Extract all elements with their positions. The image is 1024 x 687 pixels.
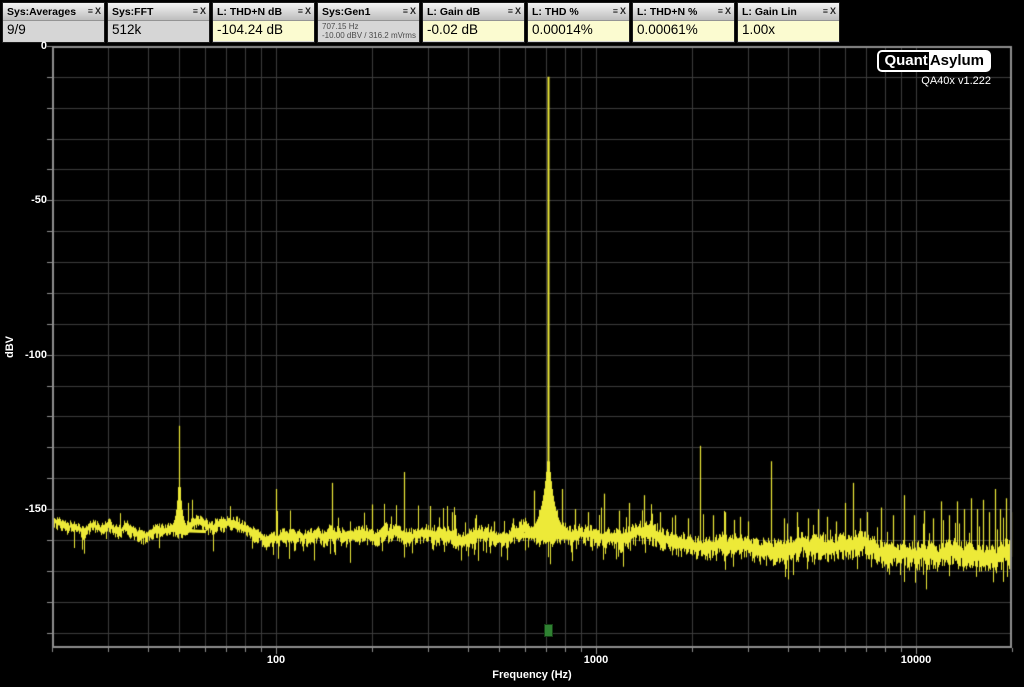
panel-title: L: THD+N % bbox=[637, 6, 718, 18]
fundamental-marker[interactable] bbox=[544, 624, 553, 637]
panel-close-icon[interactable]: X bbox=[95, 7, 101, 16]
panel-value[interactable]: 0.00014% bbox=[528, 21, 629, 41]
y-tick-label: -150 bbox=[0, 503, 47, 515]
panel-value[interactable]: 512k bbox=[108, 21, 209, 41]
panel-title: L: Gain Lin bbox=[742, 6, 823, 18]
firmware-version: QA40x v1.222 bbox=[921, 75, 991, 87]
panel-menu-icon[interactable]: ≡ bbox=[613, 7, 618, 16]
toolbar-panel[interactable]: Sys:FFT ≡ X 512k bbox=[107, 2, 210, 43]
logo-asylum: Asylum bbox=[929, 50, 991, 72]
y-tick-label: -100 bbox=[0, 349, 47, 361]
toolbar-panel[interactable]: L: THD+N dB ≡ X -104.24 dB bbox=[212, 2, 315, 43]
x-tick-label: 100 bbox=[267, 654, 285, 666]
toolbar-panel[interactable]: L: Gain dB ≡ X -0.02 dB bbox=[422, 2, 525, 43]
panel-title: L: Gain dB bbox=[427, 6, 508, 18]
panel-close-icon[interactable]: X bbox=[515, 7, 521, 16]
toolbar-panel[interactable]: Sys:Averages ≡ X 9/9 bbox=[2, 2, 105, 43]
quantasylum-logo: Quant Asylum bbox=[877, 50, 991, 72]
panel-header[interactable]: L: THD % ≡ X bbox=[528, 3, 629, 21]
panel-close-icon[interactable]: X bbox=[410, 7, 416, 16]
panel-header[interactable]: Sys:FFT ≡ X bbox=[108, 3, 209, 21]
panel-close-icon[interactable]: X bbox=[305, 7, 311, 16]
panel-value[interactable]: 1.00x bbox=[738, 21, 839, 41]
panel-menu-icon[interactable]: ≡ bbox=[718, 7, 723, 16]
panel-title: Sys:FFT bbox=[112, 6, 193, 18]
panel-value[interactable]: 9/9 bbox=[3, 21, 104, 41]
panel-value[interactable]: -104.24 dB bbox=[213, 21, 314, 41]
panel-header[interactable]: L: THD+N % ≡ X bbox=[633, 3, 734, 21]
panel-close-icon[interactable]: X bbox=[200, 7, 206, 16]
panel-header[interactable]: Sys:Averages ≡ X bbox=[3, 3, 104, 21]
logo-quant: Quant bbox=[877, 50, 928, 72]
y-tick-label: 0 bbox=[0, 40, 47, 52]
toolbar-panel[interactable]: L: THD % ≡ X 0.00014% bbox=[527, 2, 630, 43]
panel-header[interactable]: Sys:Gen1 ≡ X bbox=[318, 3, 419, 21]
toolbar-panel[interactable]: Sys:Gen1 ≡ X 707.15 Hz-10.00 dBV / 316.2… bbox=[317, 2, 420, 43]
panel-close-icon[interactable]: X bbox=[620, 7, 626, 16]
panel-title: Sys:Averages bbox=[7, 6, 88, 18]
x-axis-label: Frequency (Hz) bbox=[52, 669, 1012, 681]
panel-close-icon[interactable]: X bbox=[725, 7, 731, 16]
qa40x-window: Sys:Averages ≡ X 9/9 Sys:FFT ≡ X 512k L:… bbox=[0, 0, 1024, 687]
y-tick-label: -50 bbox=[0, 194, 47, 206]
panel-value[interactable]: -0.02 dB bbox=[423, 21, 524, 41]
panel-header[interactable]: L: THD+N dB ≡ X bbox=[213, 3, 314, 21]
panel-menu-icon[interactable]: ≡ bbox=[403, 7, 408, 16]
toolbar-panel[interactable]: L: THD+N % ≡ X 0.00061% bbox=[632, 2, 735, 43]
panel-header[interactable]: L: Gain Lin ≡ X bbox=[738, 3, 839, 21]
panel-header[interactable]: L: Gain dB ≡ X bbox=[423, 3, 524, 21]
panel-value[interactable]: 0.00061% bbox=[633, 21, 734, 41]
panel-title: Sys:Gen1 bbox=[322, 6, 403, 18]
panel-menu-icon[interactable]: ≡ bbox=[298, 7, 303, 16]
x-tick-label: 1000 bbox=[584, 654, 608, 666]
panel-title: L: THD % bbox=[532, 6, 613, 18]
panel-menu-icon[interactable]: ≡ bbox=[823, 7, 828, 16]
spectrum-plot[interactable] bbox=[0, 0, 1024, 687]
panel-menu-icon[interactable]: ≡ bbox=[508, 7, 513, 16]
panel-close-icon[interactable]: X bbox=[830, 7, 836, 16]
panel-menu-icon[interactable]: ≡ bbox=[88, 7, 93, 16]
panel-menu-icon[interactable]: ≡ bbox=[193, 7, 198, 16]
panel-title: L: THD+N dB bbox=[217, 6, 298, 18]
toolbar: Sys:Averages ≡ X 9/9 Sys:FFT ≡ X 512k L:… bbox=[2, 2, 842, 43]
panel-value[interactable]: 707.15 Hz-10.00 dBV / 316.2 mVrms bbox=[318, 21, 419, 42]
x-tick-label: 10000 bbox=[901, 654, 932, 666]
toolbar-panel[interactable]: L: Gain Lin ≡ X 1.00x bbox=[737, 2, 840, 43]
